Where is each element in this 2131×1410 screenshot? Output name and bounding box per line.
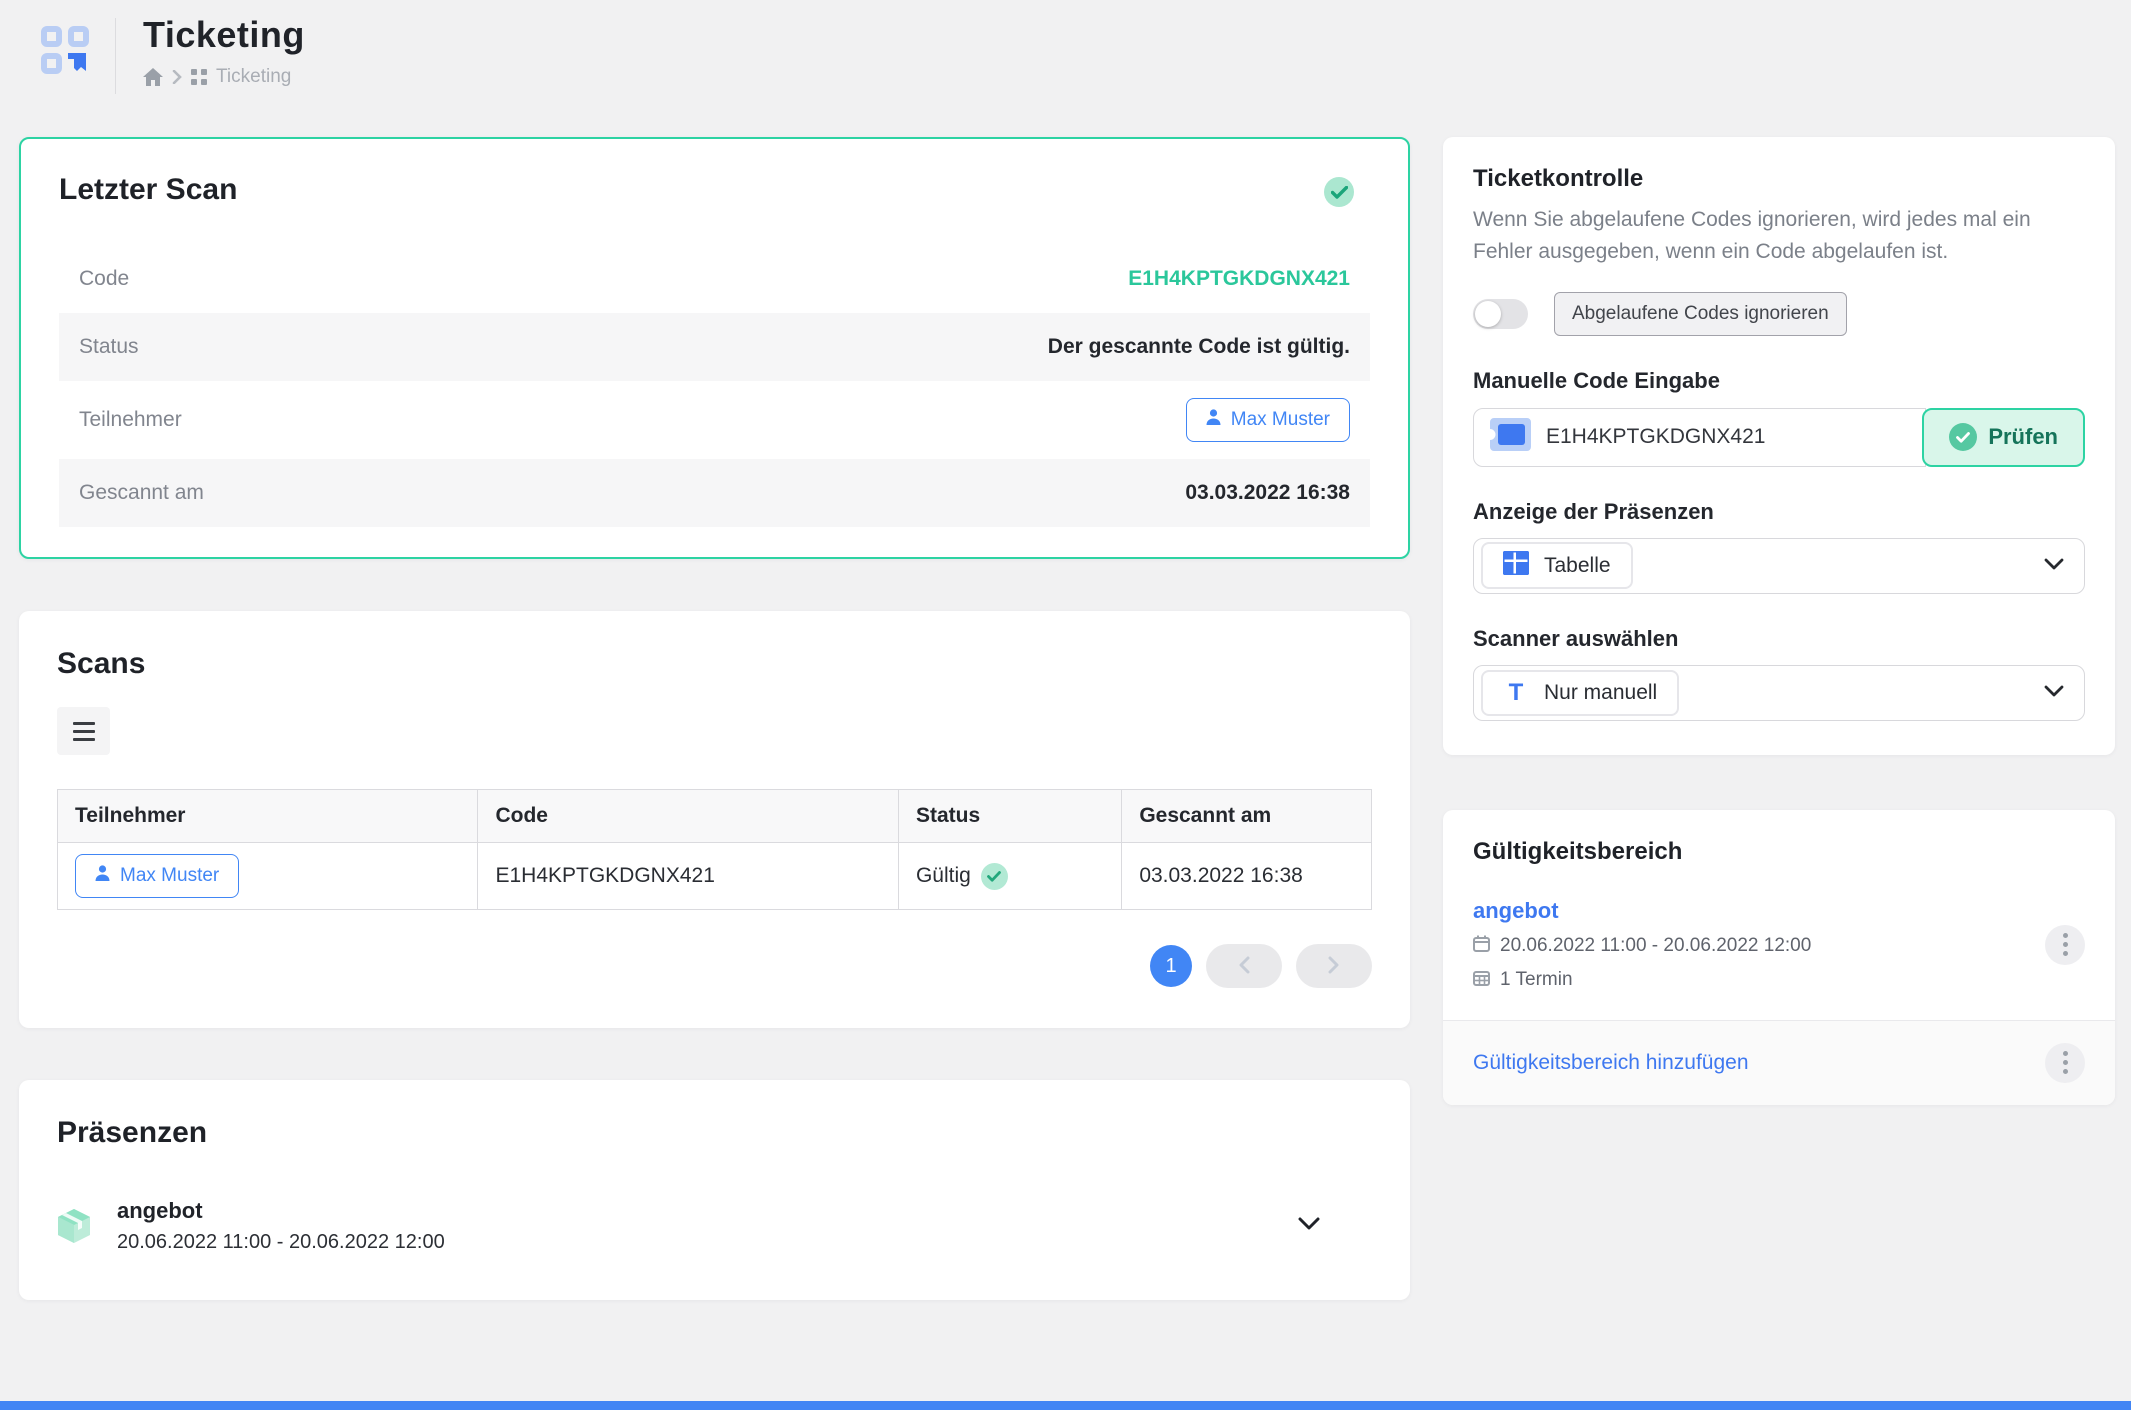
validity-appointments: 1 Termin — [1500, 969, 1573, 991]
participant-button-label: Max Muster — [1231, 409, 1330, 431]
app-header: Ticketing Ticketing — [0, 0, 2131, 100]
scan-status-value: Der gescannte Code ist gültig. — [1048, 335, 1350, 359]
last-scan-title: Letzter Scan — [59, 173, 1408, 207]
calendar-icon — [1473, 935, 1490, 958]
chevron-left-icon — [1238, 956, 1250, 977]
validity-item-menu-button[interactable] — [2045, 925, 2085, 965]
col-header-participant: Teilnehmer — [58, 790, 478, 843]
app-logo[interactable] — [41, 14, 89, 79]
scans-title: Scans — [57, 647, 1372, 681]
header-divider — [115, 18, 116, 94]
validity-title: Gültigkeitsbereich — [1473, 838, 2085, 866]
ticket-control-card: Ticketkontrolle Wenn Sie abgelaufene Cod… — [1443, 137, 2115, 755]
check-circle-icon — [1949, 423, 1977, 451]
col-header-code: Code — [478, 790, 898, 843]
add-validity-link[interactable]: Gültigkeitsbereich hinzufügen — [1473, 1051, 1749, 1075]
scan-participant-label: Teilnehmer — [79, 408, 182, 432]
validity-card: Gültigkeitsbereich angebot — [1443, 810, 2115, 1105]
table-row: Max Muster E1H4KPTGKDGNX421 Gültig — [58, 843, 1372, 910]
scan-status-label: Status — [79, 335, 139, 359]
scans-table: Teilnehmer Code Status Gescannt am — [57, 789, 1372, 910]
presence-display-select[interactable]: Tabelle — [1473, 538, 2085, 594]
last-scan-card: Letzter Scan Code E1H4KPTGKDGNX421 Statu… — [19, 137, 1410, 559]
scanner-select-value: Nur manuell — [1544, 681, 1657, 705]
breadcrumb: Ticketing — [143, 66, 305, 88]
breadcrumb-separator-icon — [172, 70, 182, 84]
presence-name: angebot — [117, 1198, 445, 1224]
ignore-expired-button[interactable]: Abgelaufene Codes ignorieren — [1554, 292, 1847, 336]
breadcrumb-qr-icon — [191, 69, 207, 85]
row-participant-button[interactable]: Max Muster — [75, 854, 239, 898]
text-input-icon: T — [1503, 679, 1529, 707]
kebab-menu-icon — [2063, 933, 2068, 938]
table-menu-button[interactable] — [57, 707, 110, 755]
scan-row-code: Code E1H4KPTGKDGNX421 — [59, 245, 1370, 313]
chevron-right-icon — [1328, 956, 1340, 977]
scan-row-scanned-at: Gescannt am 03.03.2022 16:38 — [59, 459, 1370, 527]
scanner-select[interactable]: T Nur manuell — [1473, 665, 2085, 721]
check-code-button[interactable]: Prüfen — [1922, 408, 2085, 467]
next-page-button[interactable] — [1296, 944, 1372, 988]
ticket-control-description: Wenn Sie abgelaufene Codes ignorieren, w… — [1473, 204, 2085, 268]
breadcrumb-current[interactable]: Ticketing — [216, 66, 291, 88]
check-button-label: Prüfen — [1988, 424, 2058, 450]
participant-button[interactable]: Max Muster — [1186, 398, 1350, 442]
presence-display-value: Tabelle — [1544, 554, 1611, 578]
chevron-down-icon — [2044, 684, 2064, 702]
calendar-grid-icon — [1473, 969, 1490, 992]
ticket-control-title: Ticketkontrolle — [1473, 165, 2085, 193]
chevron-down-icon[interactable] — [1298, 1217, 1320, 1235]
presence-date-range: 20.06.2022 11:00 - 20.06.2022 12:00 — [117, 1231, 445, 1254]
qr-logo-icon — [41, 61, 89, 78]
scanned-at-label: Gescannt am — [79, 481, 204, 505]
package-box-icon — [57, 1208, 91, 1244]
valid-check-icon — [981, 863, 1008, 890]
scan-valid-check-icon — [1324, 177, 1354, 207]
presence-item[interactable]: angebot 20.06.2022 11:00 - 20.06.2022 12… — [57, 1198, 1372, 1254]
validity-item: angebot 20.06.2022 11:00 - 20.06. — [1473, 898, 2085, 992]
col-header-status: Status — [898, 790, 1121, 843]
pagination: 1 — [57, 944, 1372, 988]
scan-code-label: Code — [79, 267, 129, 291]
kebab-menu-icon — [2063, 1051, 2068, 1056]
manual-code-field[interactable] — [1473, 408, 1926, 467]
add-validity-menu-button[interactable] — [2045, 1043, 2085, 1083]
page-title: Ticketing — [143, 14, 305, 56]
selected-option-chip: Tabelle — [1481, 542, 1633, 589]
scan-code-value: E1H4KPTGKDGNX421 — [1128, 267, 1350, 291]
ticket-icon — [1490, 418, 1531, 456]
col-header-scanned-at: Gescannt am — [1122, 790, 1372, 843]
hamburger-icon — [73, 722, 95, 725]
presences-card: Präsenzen angebot 20.06.2022 11:00 - 20.… — [19, 1080, 1410, 1300]
presence-display-label: Anzeige der Präsenzen — [1473, 499, 2085, 525]
chevron-down-icon — [2044, 557, 2064, 575]
row-scanned-at: 03.03.2022 16:38 — [1122, 843, 1372, 910]
toggle-knob — [1475, 301, 1501, 327]
person-icon — [95, 865, 110, 887]
scanner-select-label: Scanner auswählen — [1473, 626, 2085, 652]
table-icon — [1503, 551, 1529, 580]
scan-row-status: Status Der gescannte Code ist gültig. — [59, 313, 1370, 381]
home-icon[interactable] — [143, 68, 163, 86]
row-status: Gültig — [916, 864, 971, 888]
row-code: E1H4KPTGKDGNX421 — [478, 843, 898, 910]
selected-option-chip: T Nur manuell — [1481, 670, 1679, 716]
scanned-at-value: 03.03.2022 16:38 — [1185, 481, 1350, 505]
scan-row-participant: Teilnehmer Max Muster — [59, 381, 1370, 459]
manual-code-input[interactable] — [1546, 425, 1909, 449]
page-1-button[interactable]: 1 — [1150, 945, 1192, 987]
ignore-expired-toggle[interactable] — [1473, 299, 1528, 329]
manual-code-label: Manuelle Code Eingabe — [1473, 368, 2085, 394]
row-participant-label: Max Muster — [120, 865, 219, 887]
scans-card: Scans Teilnehmer Code Status Gescannt am — [19, 611, 1410, 1028]
validity-item-link[interactable]: angebot — [1473, 898, 1811, 924]
presences-title: Präsenzen — [57, 1116, 1372, 1150]
prev-page-button[interactable] — [1206, 944, 1282, 988]
person-icon — [1206, 409, 1221, 431]
bottom-accent-bar — [0, 1401, 2131, 1410]
validity-date-range: 20.06.2022 11:00 - 20.06.2022 12:00 — [1500, 935, 1811, 957]
